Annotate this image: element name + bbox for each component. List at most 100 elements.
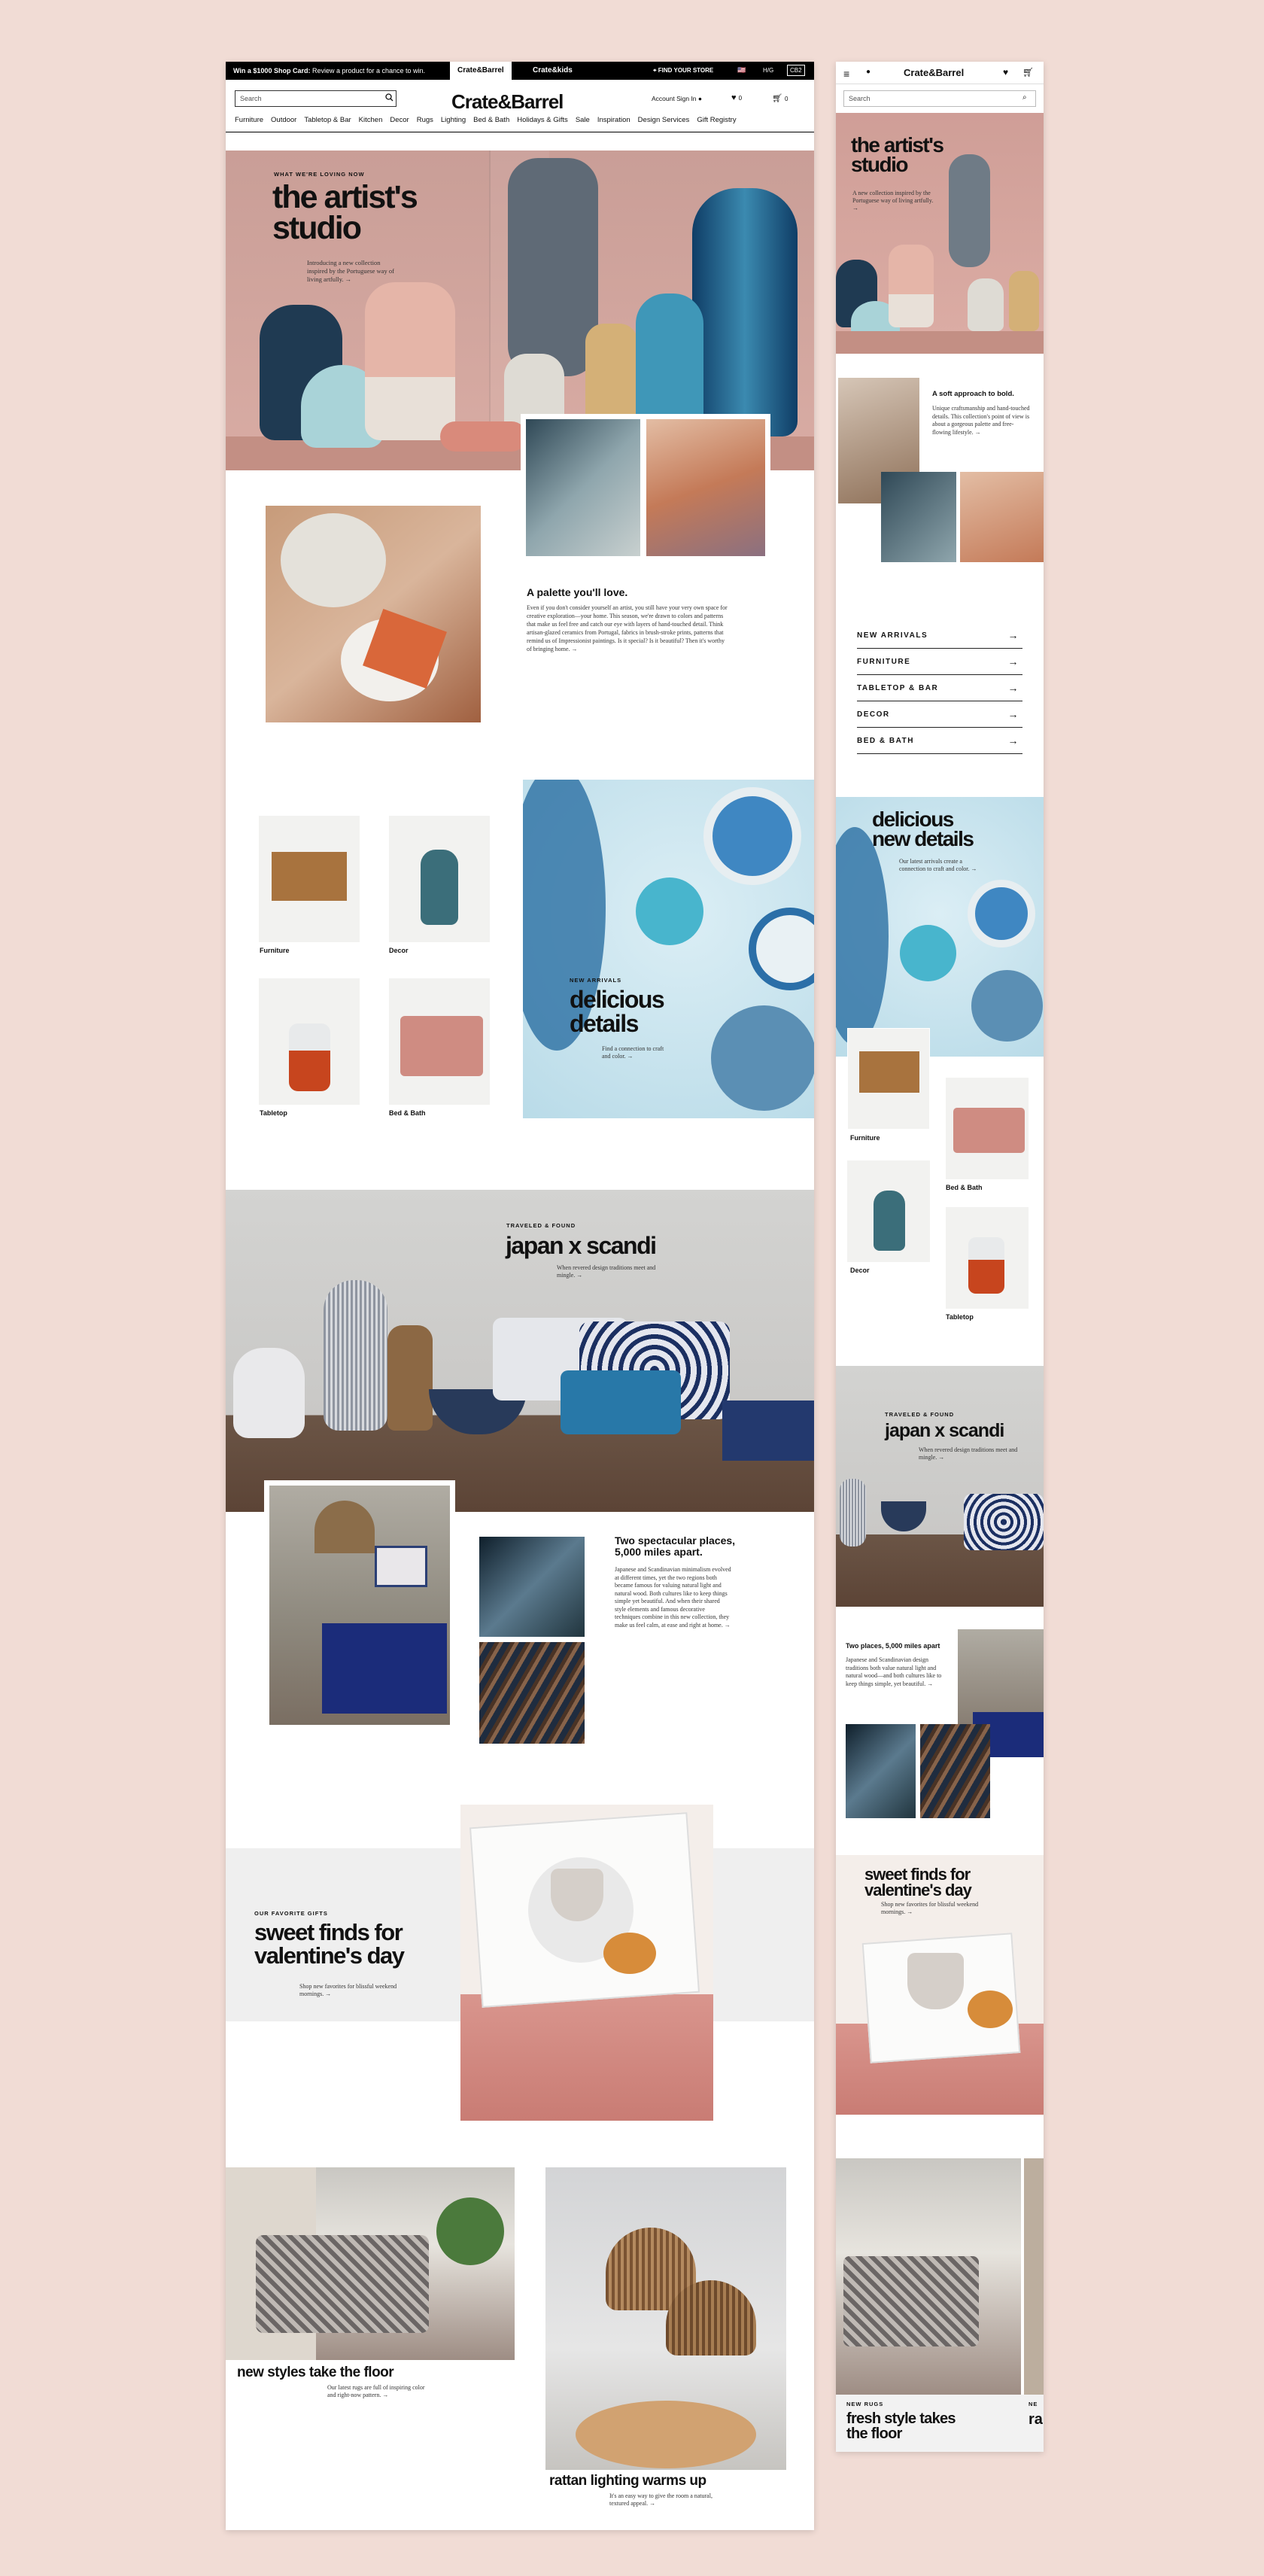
mobile-menu-decor[interactable]: DECOR → xyxy=(857,701,1022,728)
mobile-rugs-image[interactable] xyxy=(836,2158,1021,2395)
favorites-button[interactable]: ♥ 0 xyxy=(731,93,742,102)
nav-item-decor[interactable]: Decor xyxy=(390,116,409,124)
mobile-rugs-title[interactable]: fresh style takes the floor xyxy=(846,2411,956,2441)
user-icon: ● xyxy=(697,95,703,102)
category-bed-bath-label[interactable]: Bed & Bath xyxy=(389,1109,426,1117)
mobile-next-card-eyebrow: NE xyxy=(1029,2401,1038,2407)
lighting-title[interactable]: rattan lighting warms up xyxy=(549,2473,706,2489)
search-input[interactable]: Search xyxy=(235,90,397,107)
mobile-menu-tabletop-bar[interactable]: TABLETOP & BAR → xyxy=(857,675,1022,701)
mobile-hero-body[interactable]: A new collection inspired by the Portugu… xyxy=(852,190,935,212)
palette-body[interactable]: Even if you don't consider yourself an a… xyxy=(527,604,728,653)
mobile-logo[interactable]: Crate&Barrel xyxy=(904,67,964,78)
user-icon[interactable]: ● xyxy=(866,68,871,76)
mobile-cat-tabletop-label[interactable]: Tabletop xyxy=(946,1313,974,1321)
nav-item-inspiration[interactable]: Inspiration xyxy=(597,116,630,124)
account-sign-in[interactable]: Account Sign In ● xyxy=(652,95,702,102)
brand-cb2-link[interactable]: CB2 xyxy=(787,65,805,76)
mobile-bold-body[interactable]: Unique craftsmanship and hand-touched de… xyxy=(932,405,1030,436)
tab-crate-barrel[interactable]: Crate&Barrel xyxy=(450,62,512,80)
mobile-two-places-body[interactable]: Japanese and Scandinavian design traditi… xyxy=(846,1656,951,1688)
new-arrivals-eyebrow: NEW ARRIVALS xyxy=(570,977,622,984)
nav-item-outdoor[interactable]: Outdoor xyxy=(271,116,296,124)
chopsticks-image xyxy=(479,1642,585,1744)
country-flag[interactable]: 🇺🇸 xyxy=(737,66,746,75)
category-furniture-label[interactable]: Furniture xyxy=(260,947,290,954)
new-arrivals-body-link[interactable]: Find a connection to craft and color. → xyxy=(602,1045,670,1060)
mobile-gifts-title: sweet finds for valentine's day xyxy=(864,1865,972,1899)
mobile-cat-decor-image[interactable] xyxy=(847,1160,930,1262)
mobile-cat-furniture-image[interactable] xyxy=(847,1028,930,1130)
lighting-image[interactable] xyxy=(545,2167,786,2470)
mobile-pillows-image xyxy=(960,472,1044,562)
japan-body-link[interactable]: When revered design traditions meet and … xyxy=(557,1264,662,1279)
nav-item-sale[interactable]: Sale xyxy=(576,116,590,124)
main-nav: Furniture Outdoor Tabletop & Bar Kitchen Dec… xyxy=(235,116,807,124)
heart-icon[interactable]: ♥ xyxy=(1003,67,1008,78)
nav-item-tabletop-bar[interactable]: Tabletop & Bar xyxy=(304,116,351,124)
mobile-page: ≡ ● Crate&Barrel ♥ 🛒︎ Search ⌕ the artis… xyxy=(836,62,1044,2452)
mobile-bold-title: A soft approach to bold. xyxy=(932,390,1014,398)
gifts-body-link[interactable]: Shop new favorites for blissful weekend … xyxy=(299,1983,401,1998)
mobile-japan-image[interactable] xyxy=(836,1366,1044,1607)
nav-item-gift-registry[interactable]: Gift Registry xyxy=(697,116,736,124)
mobile-next-card-image[interactable] xyxy=(1024,2158,1044,2395)
gifts-title: sweet finds for valentine's day xyxy=(254,1919,405,1969)
nav-item-holidays-gifts[interactable]: Holidays & Gifts xyxy=(517,116,568,124)
category-decor-image[interactable] xyxy=(389,816,490,942)
search-icon[interactable]: ⌕ xyxy=(1022,93,1027,102)
find-store-link[interactable]: ⌖ FIND YOUR STORE xyxy=(653,67,713,75)
hero-body-link[interactable]: Introducing a new collection inspired by… xyxy=(307,259,401,284)
japan-title: japan x scandi xyxy=(506,1232,657,1259)
category-bed-bath-image[interactable] xyxy=(389,978,490,1105)
nav-item-bed-bath[interactable]: Bed & Bath xyxy=(473,116,509,124)
cart-button[interactable]: 🛒︎ 0 xyxy=(772,93,788,103)
brand-hg-link[interactable]: H/G xyxy=(763,67,773,74)
teapot-image xyxy=(479,1537,585,1637)
mobile-cat-bed-bath-image[interactable] xyxy=(946,1078,1029,1179)
promo-text[interactable]: Win a $1000 Shop Card: Review a product … xyxy=(233,67,425,75)
nav-item-kitchen[interactable]: Kitchen xyxy=(359,116,383,124)
two-places-body[interactable]: Japanese and Scandinavian minimalism evo… xyxy=(615,1566,731,1629)
mobile-gifts-body[interactable]: Shop new favorites for blissful weekend … xyxy=(881,1901,986,1916)
mobile-next-card-title[interactable]: ra xyxy=(1029,2411,1043,2428)
mobile-cat-bed-bath-label[interactable]: Bed & Bath xyxy=(946,1184,983,1191)
rugs-body-link[interactable]: Our latest rugs are full of inspiring co… xyxy=(327,2384,433,2399)
mobile-cat-tabletop-image[interactable] xyxy=(946,1207,1029,1309)
mobile-menu-new-arrivals[interactable]: NEW ARRIVALS → xyxy=(857,622,1022,649)
tab-crate-kids[interactable]: Crate&kids xyxy=(525,62,580,80)
mobile-cat-decor-label[interactable]: Decor xyxy=(850,1267,870,1274)
pillows-image xyxy=(646,419,765,556)
mobile-header: ≡ ● Crate&Barrel ♥ 🛒︎ xyxy=(836,62,1044,84)
nav-item-design-services[interactable]: Design Services xyxy=(638,116,690,124)
nav-item-furniture[interactable]: Furniture xyxy=(235,116,263,124)
category-decor-label[interactable]: Decor xyxy=(389,947,409,954)
rugs-title[interactable]: new styles take the floor xyxy=(237,2365,394,2381)
mobile-menu-furniture[interactable]: FURNITURE → xyxy=(857,649,1022,675)
lighting-body-link[interactable]: It's an easy way to give the room a natu… xyxy=(609,2492,715,2508)
rugs-image[interactable] xyxy=(226,2167,515,2360)
mobile-japan-title: japan x scandi xyxy=(885,1420,1004,1441)
hamburger-icon[interactable]: ≡ xyxy=(843,68,849,80)
mobile-japan-eyebrow: TRAVELED & FOUND xyxy=(885,1411,955,1418)
mobile-rugs-eyebrow: NEW RUGS xyxy=(846,2401,884,2407)
mobile-cat-furniture-label[interactable]: Furniture xyxy=(850,1134,880,1142)
category-tabletop-label[interactable]: Tabletop xyxy=(260,1109,287,1117)
search-icon[interactable] xyxy=(385,93,393,102)
mobile-japan-body[interactable]: When revered design traditions meet and … xyxy=(919,1446,1024,1461)
cart-icon[interactable]: 🛒︎ xyxy=(1022,67,1034,78)
new-arrivals-image[interactable] xyxy=(523,780,814,1118)
mobile-search-input[interactable]: Search xyxy=(843,90,1036,107)
site-logo[interactable]: Crate&Barrel xyxy=(451,90,564,114)
category-furniture-image[interactable] xyxy=(259,816,360,942)
arrow-right-icon: → xyxy=(1007,655,1019,668)
mobile-teapot-image xyxy=(846,1724,916,1818)
mobile-menu-bed-bath[interactable]: BED & BATH → xyxy=(857,728,1022,754)
new-arrivals-title: delicious details xyxy=(570,986,665,1037)
two-places-title: Two spectacular places, 5,000 miles apart… xyxy=(615,1534,736,1558)
nav-item-rugs[interactable]: Rugs xyxy=(417,116,433,124)
gifts-image[interactable] xyxy=(460,1805,713,2121)
category-tabletop-image[interactable] xyxy=(259,978,360,1105)
nav-item-lighting[interactable]: Lighting xyxy=(441,116,466,124)
mobile-new-details-body[interactable]: Our latest arrivals create a connection … xyxy=(899,858,982,873)
